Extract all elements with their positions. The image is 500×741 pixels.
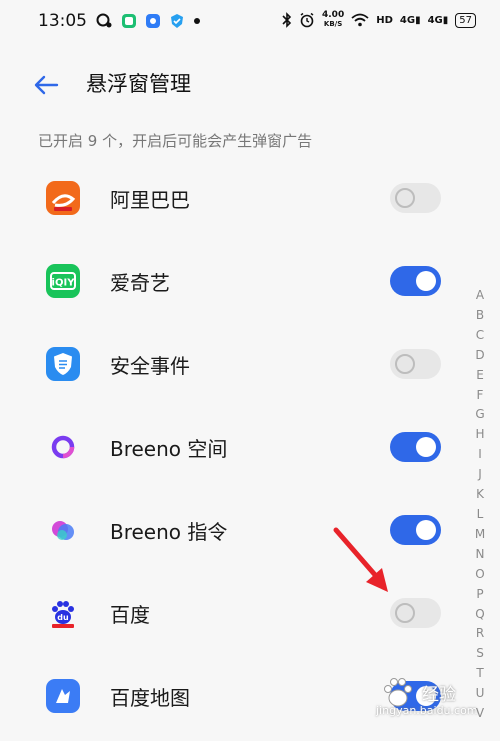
wifi-icon	[351, 13, 369, 27]
iqiyi-icon: iQIY	[46, 264, 80, 298]
status-bar: 13:05 4.00 KB/S HD 4G▮ 4G▮ 57	[0, 0, 500, 44]
watermark-url: jingyan.baidu.com	[376, 704, 478, 717]
baidu-map-icon	[46, 679, 80, 713]
app-row-iqiyi[interactable]: iQIY 爱奇艺	[0, 243, 470, 326]
back-button[interactable]	[32, 70, 62, 100]
status-right: 4.00 KB/S HD 4G▮ 4G▮ 57	[282, 11, 476, 29]
alphabet-index-letter[interactable]: A	[476, 286, 484, 306]
float-window-toggle[interactable]	[390, 183, 441, 213]
app-row-security-events[interactable]: 安全事件	[0, 326, 470, 409]
app-name: 爱奇艺	[110, 271, 170, 295]
breeno-space-icon	[46, 430, 80, 464]
shield-icon	[46, 347, 80, 381]
app-name: Breeno 空间	[110, 437, 228, 461]
alphabet-index-letter[interactable]: J	[478, 465, 482, 485]
network-speed: 4.00 KB/S	[322, 10, 345, 29]
app-row-alibaba[interactable]: 阿里巴巴	[0, 160, 470, 243]
alphabet-index-letter[interactable]: B	[476, 306, 484, 326]
enabled-count-subtitle: 已开启 9 个，开启后可能会产生弹窗广告	[38, 132, 313, 150]
baidu-paw-icon: du	[46, 596, 80, 630]
watermark-text: 经验	[422, 685, 456, 705]
alphabet-index-letter[interactable]: M	[475, 525, 485, 545]
app-notification-shield-icon	[171, 14, 183, 28]
alphabet-index-letter[interactable]: S	[476, 644, 484, 664]
status-time: 13:05	[38, 11, 87, 31]
more-dot-icon	[194, 18, 200, 24]
alphabet-index-letter[interactable]: E	[476, 366, 484, 386]
app-name: Breeno 指令	[110, 520, 228, 544]
alphabet-index-letter[interactable]: C	[476, 326, 484, 346]
alarm-clock-icon	[300, 12, 314, 28]
alphabet-index-letter[interactable]: P	[476, 585, 483, 605]
app-notification-blue-icon	[146, 14, 160, 28]
alphabet-index-letter[interactable]: G	[475, 405, 484, 425]
battery-icon: 57	[455, 12, 476, 28]
alphabet-index-letter[interactable]: I	[478, 445, 482, 465]
watermark: 经验 jingyan.baidu.com	[368, 676, 478, 726]
app-notification-green-icon	[122, 14, 136, 28]
page-title: 悬浮窗管理	[86, 72, 191, 96]
alphabet-index-letter[interactable]: Q	[475, 605, 484, 625]
svg-text:du: du	[57, 613, 69, 622]
svg-text:iQIY: iQIY	[52, 278, 76, 289]
bluetooth-icon	[282, 12, 292, 28]
app-name: 安全事件	[110, 354, 190, 378]
alphabet-index-letter[interactable]: L	[477, 505, 484, 525]
alphabet-index-letter[interactable]: H	[475, 425, 484, 445]
app-name: 百度地图	[110, 686, 190, 710]
app-name: 百度	[110, 603, 150, 627]
alibaba-icon	[46, 181, 80, 215]
hd-label: HD	[376, 14, 393, 26]
app-row-breeno-space[interactable]: Breeno 空间	[0, 409, 470, 492]
cell-signal-2-icon: 4G▮	[427, 14, 449, 26]
float-window-toggle[interactable]	[390, 432, 441, 462]
annotation-arrow-icon	[333, 527, 388, 592]
app-name: 阿里巴巴	[110, 188, 190, 212]
chat-bubble-icon	[96, 13, 112, 28]
alphabet-index-letter[interactable]: K	[476, 485, 484, 505]
float-window-toggle[interactable]	[390, 266, 441, 296]
alphabet-index-letter[interactable]: O	[475, 565, 484, 585]
arrow-left-icon	[34, 75, 59, 95]
float-window-toggle[interactable]	[390, 349, 441, 379]
alphabet-index-letter[interactable]: R	[476, 624, 484, 644]
alphabet-index-letter[interactable]: F	[477, 386, 484, 406]
alphabet-index-letter[interactable]: N	[476, 545, 485, 565]
alphabet-index[interactable]: A B C D E F G H I J K L M N O P Q R S T …	[470, 286, 490, 724]
float-window-toggle[interactable]	[390, 598, 441, 628]
cell-signal-1-icon: 4G▮	[399, 14, 421, 26]
breeno-command-icon	[46, 513, 80, 547]
alphabet-index-letter[interactable]: D	[475, 346, 484, 366]
notification-icons	[95, 13, 201, 29]
